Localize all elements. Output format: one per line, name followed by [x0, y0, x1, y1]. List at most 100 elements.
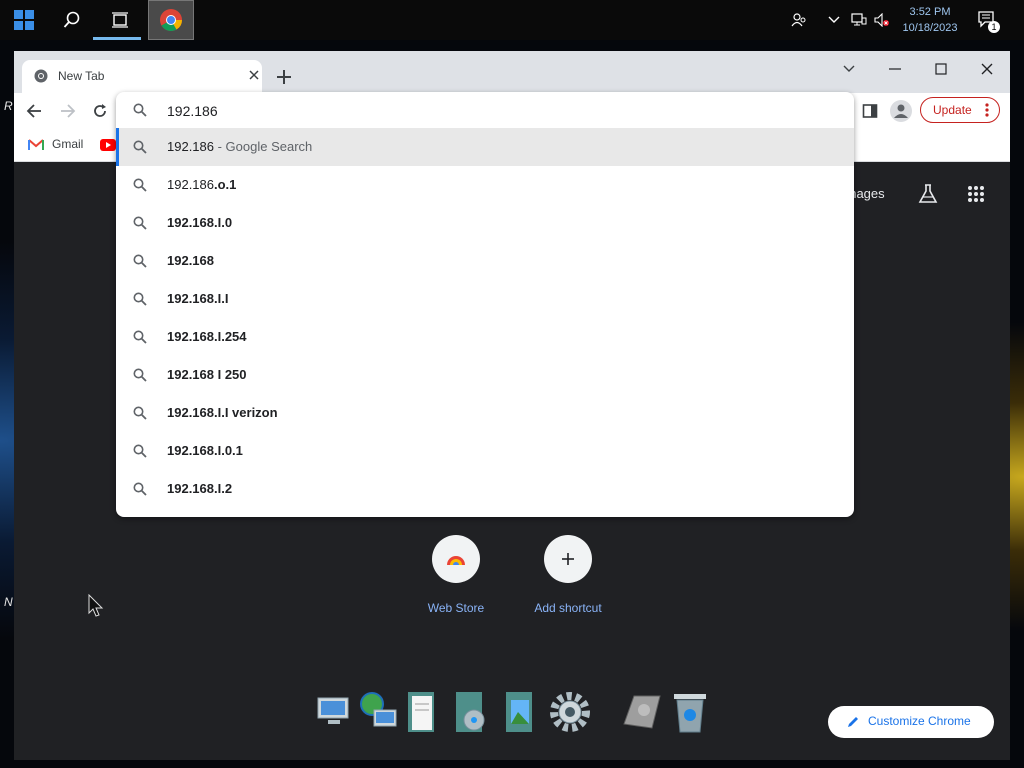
taskbar: 3:52 PM 10/18/2023 1 — [0, 0, 1024, 40]
chrome-favicon-icon — [34, 69, 48, 83]
forward-arrow-icon[interactable] — [60, 103, 76, 119]
shortcut-label: Add shortcut — [534, 601, 602, 615]
suggestion-text: 192.168.I.2 — [167, 481, 232, 496]
suggestion-completion: 192.168 I 250 — [167, 367, 247, 382]
desktop-icon-label: R — [4, 99, 13, 113]
dock-pictures[interactable] — [502, 690, 546, 740]
suggestion-item[interactable]: 192.168 I 250 — [116, 356, 854, 394]
tab-strip: New Tab — [14, 51, 1010, 93]
notification-count-badge: 1 — [988, 21, 1000, 33]
back-arrow-icon[interactable] — [26, 103, 42, 119]
people-icon[interactable] — [788, 0, 810, 40]
suggestion-text: 192.168.I.I verizon — [167, 405, 278, 420]
search-icon — [133, 330, 147, 344]
suggestion-item[interactable]: 192.168.I.0.1 — [116, 432, 854, 470]
gear-icon — [550, 692, 590, 732]
address-input-value[interactable]: 192.186 — [167, 103, 218, 119]
customize-chrome-button[interactable]: Customize Chrome — [828, 706, 994, 738]
maximize-icon — [935, 63, 947, 75]
search-button[interactable] — [48, 0, 96, 40]
mouse-cursor-icon — [88, 594, 104, 617]
dock-computer[interactable] — [314, 690, 358, 740]
person-icon — [894, 104, 908, 118]
chevron-up-icon[interactable] — [826, 0, 842, 40]
suggestion-completion: 192.168.I.I verizon — [167, 405, 278, 420]
web-store-tile — [432, 535, 480, 583]
close-icon[interactable] — [246, 67, 262, 83]
more-vert-icon — [985, 103, 989, 117]
minimize-button[interactable] — [872, 55, 918, 83]
windows-logo-icon — [14, 10, 34, 30]
suggestion-item[interactable]: 192.168.I.0 — [116, 204, 854, 242]
search-icon — [133, 178, 147, 192]
dock-music[interactable] — [452, 690, 496, 740]
suggestion-text: 192.168 I 250 — [167, 367, 247, 382]
dock-recycle-bin[interactable] — [670, 690, 714, 740]
search-icon — [133, 254, 147, 268]
dock-network[interactable] — [356, 690, 400, 740]
start-button[interactable] — [0, 0, 48, 40]
network-icon[interactable] — [850, 0, 868, 40]
dock-drive[interactable] — [620, 690, 664, 740]
suggestion-item[interactable]: 192.168.I.I verizon — [116, 394, 854, 432]
reload-icon[interactable] — [92, 103, 108, 119]
suggestion-completion: 192.168.I.2 — [167, 481, 233, 496]
suggestion-text: 192.168.I.I — [167, 291, 228, 306]
suggestion-item[interactable]: 192.168.I.I — [116, 280, 854, 318]
suggestion-completion: 192.168 — [167, 253, 214, 268]
labs-flask-icon[interactable] — [917, 183, 939, 205]
system-clock[interactable]: 3:52 PM 10/18/2023 — [893, 4, 967, 36]
search-icon — [133, 368, 147, 382]
update-label: Update — [933, 103, 972, 117]
side-panel-icon[interactable] — [862, 103, 878, 119]
update-button[interactable]: Update — [920, 97, 1000, 123]
desktop-icon-label: N — [4, 595, 13, 609]
pictures-folder-icon — [506, 692, 532, 732]
music-folder-icon — [456, 692, 485, 732]
suggestion-suffix: - Google Search — [214, 139, 313, 154]
network-globe-icon — [360, 692, 397, 727]
shortcut-web-store[interactable]: Web Store — [401, 535, 511, 615]
suggestion-item[interactable]: 192.168 — [116, 242, 854, 280]
shortcut-add[interactable]: Add shortcut — [513, 535, 623, 615]
tab-new-tab[interactable]: New Tab — [22, 60, 262, 93]
tab-search-button[interactable] — [826, 55, 872, 83]
suggestion-text: 192.168.I.0 — [167, 215, 232, 230]
close-window-button[interactable] — [964, 55, 1010, 83]
suggestion-item[interactable]: 192.186 - Google Search — [116, 128, 854, 166]
omnibox-dropdown: 192.186 192.186 - Google Search 192.186.o… — [116, 92, 854, 517]
suggestion-item[interactable]: 192.186.o.1 — [116, 166, 854, 204]
clock-date: 10/18/2023 — [902, 22, 958, 34]
search-icon — [133, 482, 147, 496]
profile-avatar-button[interactable] — [890, 100, 912, 122]
close-icon — [981, 63, 993, 75]
search-icon — [63, 11, 80, 28]
action-center-button[interactable]: 1 — [975, 0, 1000, 40]
suggestion-completion: 192.168.I.0 — [167, 215, 233, 230]
address-bar[interactable]: 192.186 — [116, 92, 854, 129]
suggestion-text: 192.186 - Google Search — [167, 139, 312, 154]
taskbar-chrome-button[interactable] — [148, 0, 194, 40]
task-view-button[interactable] — [96, 0, 144, 40]
apps-grid-icon[interactable] — [967, 185, 985, 203]
dock-documents[interactable] — [404, 690, 448, 740]
maximize-button[interactable] — [918, 55, 964, 83]
pencil-icon — [848, 717, 858, 727]
suggestion-completion: .o.1 — [214, 177, 237, 192]
suggestion-text: 192.186.o.1 — [167, 177, 236, 192]
add-shortcut-tile — [544, 535, 592, 583]
minimize-icon — [889, 68, 901, 70]
suggestion-completion: 192.168.I.0.1 — [167, 443, 243, 458]
dock-settings[interactable] — [548, 690, 592, 740]
tab-title: New Tab — [58, 69, 105, 83]
documents-folder-icon — [408, 692, 434, 732]
clock-time: 3:52 PM — [909, 6, 951, 18]
volume-muted-icon[interactable] — [873, 0, 891, 40]
suggestion-item[interactable]: 192.168.I.254 — [116, 318, 854, 356]
customize-chrome-label: Customize Chrome — [868, 714, 971, 728]
new-tab-plus-icon[interactable] — [272, 65, 296, 89]
suggestion-item[interactable]: 192.168.I.2 — [116, 470, 854, 508]
computer-icon — [317, 697, 349, 724]
suggestion-text: 192.168 — [167, 253, 214, 268]
youtube-icon[interactable] — [100, 139, 116, 151]
